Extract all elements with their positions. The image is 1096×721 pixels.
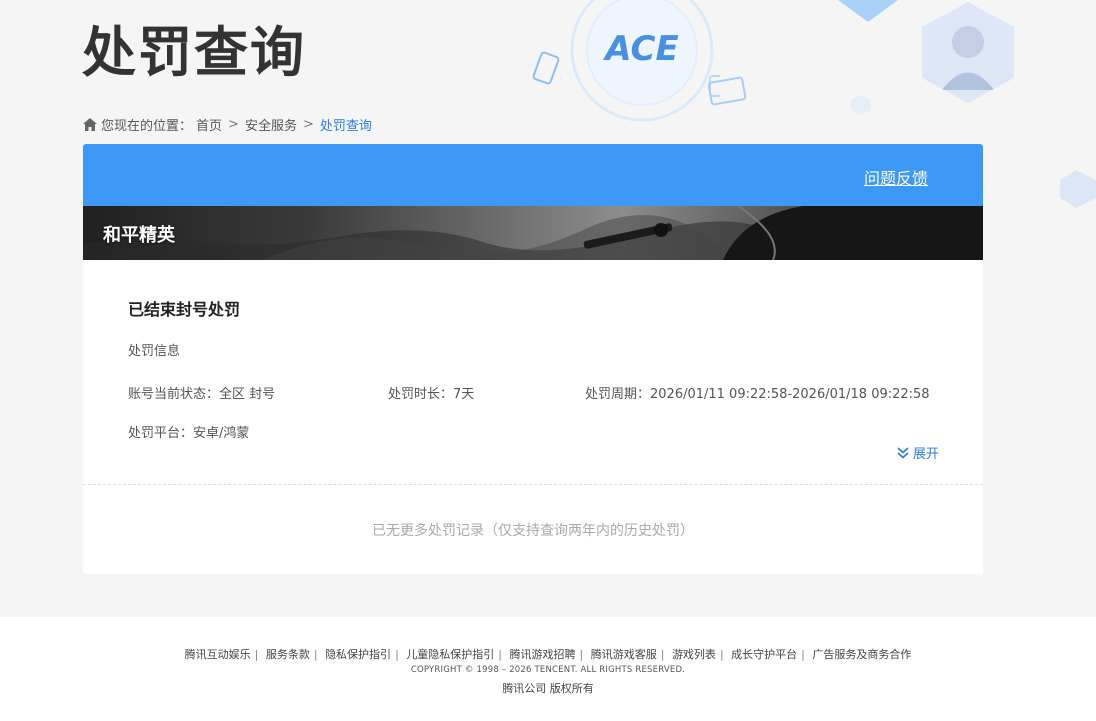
expand-button[interactable]: 展开 (896, 443, 939, 462)
ace-logo-text: ACE (602, 29, 678, 69)
footer-separator: | (498, 648, 502, 661)
character-hexagon-icon (922, 2, 1014, 103)
section-label: 处罚信息 (128, 344, 181, 359)
expand-label: 展开 (912, 447, 939, 462)
no-more-records: 已无更多处罚记录（仅支持查询两年内的历史处罚） (372, 523, 694, 539)
penalty-platform: 处罚平台：安卓/鸿蒙 (128, 426, 250, 441)
footer-separator: | (801, 648, 805, 661)
footer: 腾讯互动娱乐 | 服务条款 | 隐私保护指引 | 儿童隐私保护指引 | 腾讯游戏招聘 | … (0, 617, 1096, 721)
footer-link[interactable]: 游戏列表 (672, 648, 716, 661)
penalty-record: 已结束封号处罚 处罚信息 账号当前状态：全区 封号 处罚时长：7天 处罚周期：2… (83, 260, 983, 484)
footer-separator: | (579, 648, 584, 661)
home-icon (83, 118, 97, 131)
penalty-duration: 处罚时长：7天 (388, 387, 475, 402)
page-title: 处罚查询 (82, 21, 306, 84)
footer-separator: | (660, 648, 665, 661)
footer-link[interactable]: 腾讯互动娱乐 (185, 648, 251, 661)
decor-diamond (838, 0, 898, 22)
penalty-card: 问题反馈 和平精英 已结束封号处罚 处罚信息 账号当前状态：全区 封号 处罚时长… (83, 144, 983, 574)
game-name: 和平精英 (103, 225, 175, 246)
double-chevron-down-icon (897, 446, 909, 459)
decor-right-hexagon (1060, 170, 1096, 208)
breadcrumb-separator: > (228, 117, 239, 132)
breadcrumb-separator: > (302, 117, 314, 132)
phone-icon (532, 51, 560, 85)
footer-separator: | (254, 648, 259, 661)
footer-separator: | (313, 648, 318, 661)
breadcrumb-prefix: 您现在的位置： (101, 119, 193, 134)
penalty-period: 处罚周期：2026/01/11 09:22:58-2026/01/18 09:2… (585, 387, 930, 402)
page: ACE 处罚查询 您现在的位置： 首页 > 安全服务 > 处罚查询 问题反馈 和… (0, 0, 1096, 721)
breadcrumb-current: 处罚查询 (319, 119, 372, 134)
footer-link[interactable]: 成长守护平台 (731, 648, 797, 661)
footer-link[interactable]: 隐私保护指引 (325, 648, 391, 661)
account-status: 账号当前状态：全区 封号 (128, 387, 276, 402)
footer-link[interactable]: 腾讯游戏客服 (591, 648, 657, 661)
footer-links: 腾讯互动娱乐 | 服务条款 | 隐私保护指引 | 儿童隐私保护指引 | 腾讯游戏招聘 | … (0, 646, 1096, 662)
ace-logo: ACE (560, 0, 720, 122)
breadcrumb-security-link[interactable]: 安全服务 (245, 115, 297, 134)
copyright: COPYRIGHT © 1998 – 2026 TENCENT. ALL RIG… (410, 665, 686, 675)
footer-link[interactable]: 服务条款 (266, 648, 310, 661)
breadcrumb: 您现在的位置： 首页 > 安全服务 > 处罚查询 (83, 115, 372, 134)
game-banner-art (83, 206, 983, 260)
feedback-link[interactable]: 问题反馈 (864, 165, 928, 189)
card-topbar: 问题反馈 (83, 144, 983, 206)
footer-link[interactable]: 儿童隐私保护指引 (406, 648, 494, 661)
footer-separator: | (719, 648, 724, 661)
footer-link[interactable]: 广告服务及商务合作 (812, 648, 911, 661)
breadcrumb-home-link[interactable]: 首页 (196, 115, 222, 134)
company: 腾讯公司 版权所有 (502, 682, 594, 695)
footer-separator: | (395, 648, 399, 661)
footer-link[interactable]: 腾讯游戏招聘 (510, 648, 576, 661)
record-title: 已结束封号处罚 (128, 300, 241, 319)
game-banner: 和平精英 (83, 206, 983, 260)
gamepad-card-icon (707, 76, 747, 106)
decor-dot (851, 95, 871, 115)
